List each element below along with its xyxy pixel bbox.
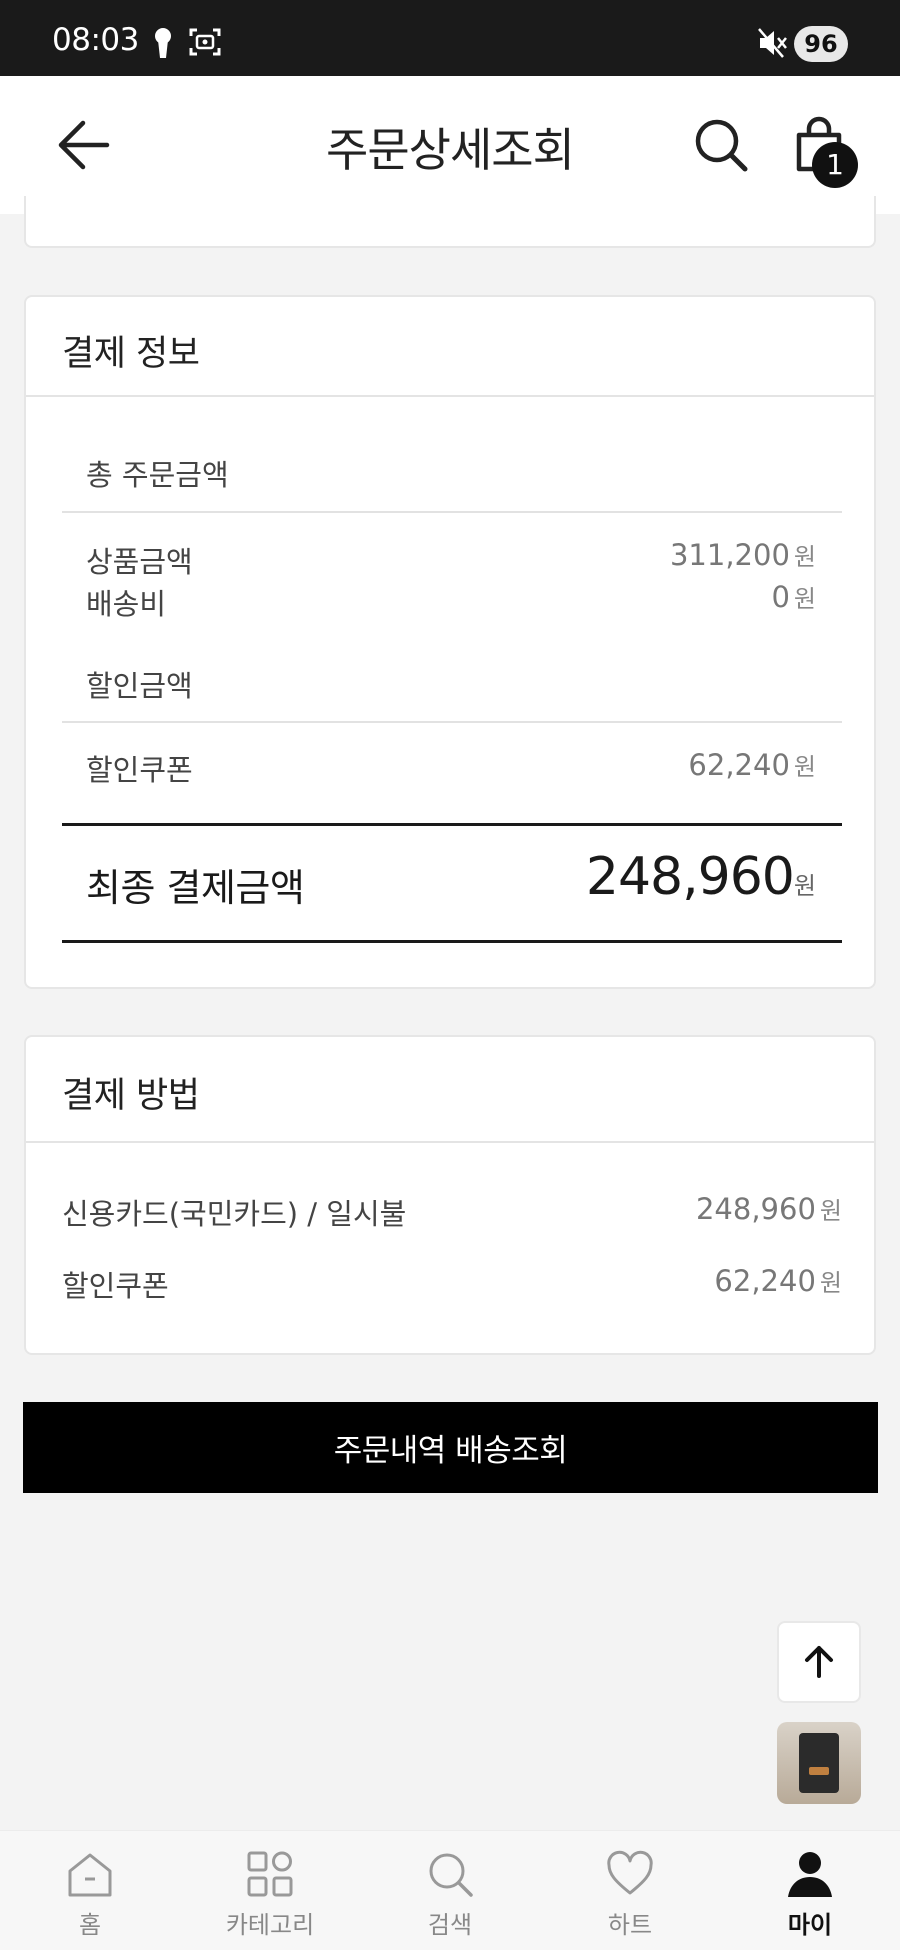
delivery-tracking-button[interactable]: 주문내역 배송조회 [23, 1402, 878, 1493]
arrow-up-icon [805, 1646, 833, 1678]
search-icon [429, 1853, 473, 1897]
status-time: 08:03 [52, 22, 139, 58]
scroll-to-top-button[interactable] [777, 1621, 861, 1703]
card-payment-label: 신용카드(국민카드) / 일시불 [62, 1197, 407, 1231]
app-header: 주문상세조회 1 [0, 76, 900, 214]
payment-info-title: 결제 정보 [26, 297, 874, 397]
search-icon [695, 119, 748, 172]
divider [62, 721, 842, 723]
previous-card [24, 196, 876, 248]
category-icon [247, 1851, 293, 1897]
cart-count-badge: 1 [812, 142, 858, 188]
divider [62, 823, 842, 826]
nav-heart[interactable]: 하트 [540, 1831, 720, 1950]
nav-my-label: 마이 [787, 1911, 833, 1939]
heart-icon [607, 1850, 653, 1895]
nav-my[interactable]: 마이 [720, 1831, 900, 1950]
page-title: 주문상세조회 [326, 123, 575, 177]
recent-product-thumbnail[interactable] [777, 1722, 861, 1804]
coupon-value: 62,240 원 [688, 748, 816, 782]
divider [62, 940, 842, 943]
nav-search-label: 검색 [427, 1911, 473, 1939]
payment-method-title: 결제 방법 [26, 1037, 874, 1143]
coffee-machine-image [799, 1733, 839, 1793]
nav-home-label: 홈 [78, 1911, 102, 1939]
nav-home[interactable]: 홈 [0, 1831, 180, 1950]
shipping-label: 배송비 [86, 587, 167, 621]
keyhole-icon [152, 26, 174, 64]
mute-icon [756, 26, 788, 64]
shipping-value: 0원 [771, 580, 816, 614]
discount-label: 할인금액 [86, 669, 193, 703]
final-amount-value: 248,960원 [585, 847, 816, 907]
bottom-nav: 홈 카테고리 검색 하트 마이 [0, 1830, 900, 1950]
divider [62, 511, 842, 513]
nav-category[interactable]: 카테고리 [180, 1831, 360, 1950]
home-icon [68, 1853, 112, 1897]
payment-info-card: 결제 정보 총 주문금액 상품금액 311,200 원 배송비 0원 할인금액 할… [24, 295, 876, 989]
user-icon [788, 1852, 832, 1897]
search-button[interactable] [686, 110, 756, 180]
nav-heart-label: 하트 [607, 1911, 653, 1939]
coupon-payment-value: 62,240 원 [714, 1264, 842, 1298]
screenshot-icon [188, 26, 222, 62]
nav-category-label: 카테고리 [225, 1911, 315, 1939]
final-amount-label: 최종 결제금액 [86, 866, 305, 910]
coupon-payment-label: 할인쿠폰 [62, 1269, 169, 1303]
nav-search[interactable]: 검색 [360, 1831, 540, 1950]
battery-indicator: 96 [794, 26, 848, 62]
coupon-label: 할인쿠폰 [86, 753, 193, 787]
payment-method-card: 결제 방법 신용카드(국민카드) / 일시불 248,960 원 할인쿠폰 62,… [24, 1035, 876, 1355]
product-amount-label: 상품금액 [86, 545, 193, 579]
cart-button[interactable]: 1 [784, 110, 858, 188]
status-bar: 08:03 96 [0, 0, 900, 76]
product-amount-value: 311,200 원 [669, 538, 816, 572]
total-order-label: 총 주문금액 [86, 458, 229, 492]
card-payment-value: 248,960 원 [695, 1192, 842, 1226]
